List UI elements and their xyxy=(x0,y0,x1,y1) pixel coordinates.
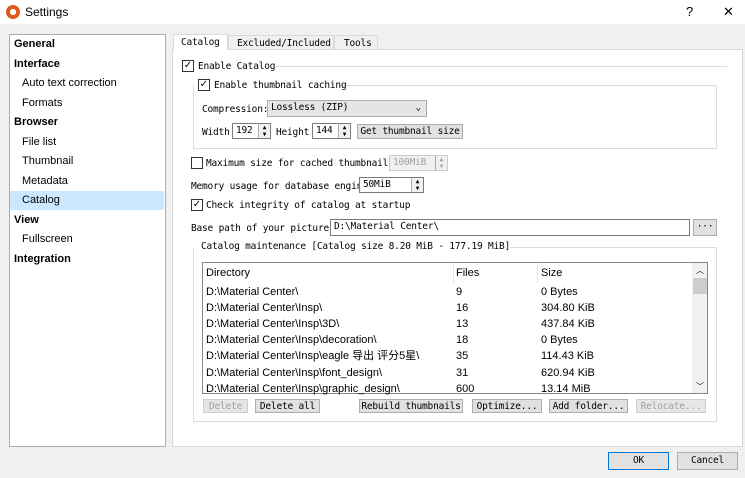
table-cell: 114.43 KiB xyxy=(541,350,595,363)
table-cell: D:\Material Center\Insp\3D\ xyxy=(206,318,340,331)
tab-excluded-included[interactable]: Excluded/Included xyxy=(228,35,334,49)
table-cell: 31 xyxy=(456,366,469,379)
cancel-button[interactable]: Cancel xyxy=(677,452,738,470)
width-stepper[interactable]: 192 ▲ ▼ xyxy=(232,123,271,139)
chevron-up-icon[interactable]: ︿ xyxy=(696,265,704,276)
table-row[interactable]: D:\Material Center\Insp\3D\ 13 437.84 KiB xyxy=(205,316,690,332)
sidebar-item-auto-text-correction[interactable]: Auto text correction xyxy=(10,74,164,93)
column-header[interactable]: Size xyxy=(541,265,562,281)
table-row[interactable]: D:\Material Center\Insp\font_design\ 31 62… xyxy=(205,365,690,381)
chevron-down-icon: ⌄ xyxy=(415,102,421,113)
table-cell: 620.94 KiB xyxy=(541,366,595,379)
window-title: Settings xyxy=(25,5,69,19)
sidebar-item-view[interactable]: View xyxy=(10,211,164,230)
sidebar-item-interface[interactable]: Interface xyxy=(10,55,164,74)
table-cell: 0 Bytes xyxy=(541,334,578,347)
column-header[interactable]: Files xyxy=(456,265,479,281)
integrity-checkbox[interactable]: ✓ xyxy=(191,199,203,211)
table-cell: 600 xyxy=(456,382,475,395)
scroll-thumb[interactable] xyxy=(693,278,707,294)
help-button[interactable]: ? xyxy=(686,4,693,19)
tab-catalog[interactable]: Catalog xyxy=(173,34,228,50)
scrollbar[interactable]: ︿ ﹀ xyxy=(692,263,707,393)
enable-catalog-checkbox[interactable]: ✓ xyxy=(182,60,194,72)
add-folder-button[interactable]: Add folder... xyxy=(549,399,628,413)
table-row[interactable]: D:\Material Center\ 9 0 Bytes xyxy=(205,284,690,300)
sidebar-item-integration[interactable]: Integration xyxy=(10,250,164,269)
thumbnail-caching-checkbox[interactable]: ✓ xyxy=(198,79,210,91)
table-cell: 16 xyxy=(456,302,469,315)
table-row[interactable]: D:\Material Center\Insp\graphic_design\ 6… xyxy=(205,381,690,397)
thumbnail-group xyxy=(193,85,717,149)
table-cell: 13.14 MiB xyxy=(541,382,591,395)
memory-stepper[interactable]: 50MiB ▲ ▼ xyxy=(359,177,424,193)
close-button[interactable]: ✕ xyxy=(723,4,734,20)
chevron-down-icon[interactable]: ﹀ xyxy=(696,381,704,392)
max-size-stepper[interactable]: 100MiB ▲ ▼ xyxy=(389,155,448,171)
relocate-button[interactable]: Relocate... xyxy=(636,399,706,413)
base-path-input[interactable]: D:\Material Center\ xyxy=(330,219,690,236)
table-cell: D:\Material Center\Insp\decoration\ xyxy=(206,334,377,347)
table-cell: 13 xyxy=(456,318,469,331)
sidebar-item-formats[interactable]: Formats xyxy=(10,94,164,113)
optimize-button[interactable]: Optimize... xyxy=(472,399,542,413)
table-cell: 18 xyxy=(456,334,469,347)
delete-all-button[interactable]: Delete all xyxy=(255,399,320,413)
browse-button[interactable]: ··· xyxy=(693,219,717,236)
table-cell: 0 Bytes xyxy=(541,286,578,298)
sidebar-item-catalog[interactable]: Catalog xyxy=(10,191,164,210)
separator xyxy=(275,66,727,67)
sidebar-item-fullscreen[interactable]: Fullscreen xyxy=(10,230,164,249)
table-row[interactable]: D:\Material Center\Insp\eagle 导出 评分5星\ 35… xyxy=(205,348,690,364)
table-row[interactable]: D:\Material Center\Insp\ 16 304.80 KiB xyxy=(205,300,690,316)
sidebar-item-thumbnail[interactable]: Thumbnail xyxy=(10,152,164,171)
sidebar-item-file-list[interactable]: File list xyxy=(10,133,164,152)
table-cell: D:\Material Center\ xyxy=(206,286,299,298)
table-row[interactable]: D:\Material Center\Insp\decoration\ 18 0 B… xyxy=(205,332,690,348)
table-cell: D:\Material Center\Insp\eagle 导出 评分5星\ xyxy=(206,350,420,363)
table-cell: 304.80 KiB xyxy=(541,302,595,315)
sidebar-item-browser[interactable]: Browser xyxy=(10,113,164,132)
delete-button[interactable]: Delete xyxy=(203,399,248,413)
table-cell: 35 xyxy=(456,350,469,363)
title-bar: Settings ? ✕ xyxy=(0,0,745,24)
rebuild-thumbnails-button[interactable]: Rebuild thumbnails xyxy=(359,399,463,413)
get-thumbnail-size-button[interactable]: Get thumbnail size xyxy=(357,124,463,139)
sidebar-item-general[interactable]: General xyxy=(10,35,164,54)
ok-button[interactable]: OK xyxy=(608,452,669,470)
app-icon xyxy=(6,5,20,19)
table-header: Directory Files Size xyxy=(205,265,690,281)
table-cell: D:\Material Center\Insp\font_design\ xyxy=(206,366,383,379)
tab-tools[interactable]: Tools xyxy=(334,35,378,49)
max-size-checkbox[interactable] xyxy=(191,157,203,169)
table-cell: 9 xyxy=(456,286,463,298)
column-header[interactable]: Directory xyxy=(206,265,250,281)
height-stepper[interactable]: 144 ▲ ▼ xyxy=(312,123,351,139)
table-cell: D:\Material Center\Insp\ xyxy=(206,302,323,315)
table-cell: D:\Material Center\Insp\graphic_design\ xyxy=(206,382,400,395)
table-cell: 437.84 KiB xyxy=(541,318,595,331)
compression-select[interactable]: Lossless (ZIP) ⌄ xyxy=(267,100,427,117)
sidebar-item-metadata[interactable]: Metadata xyxy=(10,172,164,191)
